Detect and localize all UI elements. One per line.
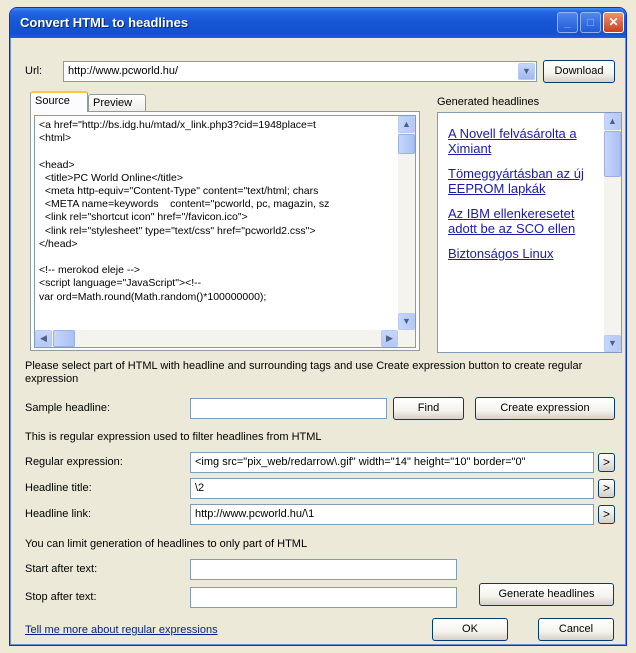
url-label: Url: [25, 65, 43, 77]
source-line [39, 251, 397, 264]
regex-insert-button[interactable]: > [598, 453, 615, 472]
source-line: <!-- merokod eleje --> [39, 264, 140, 277]
scroll-right-icon[interactable]: ▶ [381, 330, 398, 347]
limit-info-text: You can limit generation of headlines to… [25, 538, 308, 550]
convert-html-dialog: Convert HTML to headlines _ □ ✕ Url: htt… [9, 7, 627, 646]
source-line: <head> [39, 158, 75, 171]
maximize-button: □ [580, 12, 601, 33]
url-combobox[interactable]: http://www.pcworld.hu/ ▼ [63, 61, 537, 82]
title-bar[interactable]: Convert HTML to headlines _ □ ✕ [10, 8, 626, 38]
scroll-down-icon[interactable]: ▼ [604, 335, 621, 352]
source-line: <meta http-equiv="Content-Type" content=… [39, 185, 319, 198]
source-horizontal-scrollbar[interactable]: ◀ ▶ [35, 330, 398, 347]
dialog-body: Url: http://www.pcworld.hu/ ▼ Download S… [14, 38, 622, 641]
source-line: </head> [39, 237, 78, 250]
headline-title-label: Headline title: [25, 482, 92, 494]
stop-after-input[interactable] [190, 587, 457, 608]
find-button[interactable]: Find [393, 397, 464, 420]
headline-link-input[interactable]: http://www.pcworld.hu/\1 [190, 504, 594, 525]
generated-headlines-label: Generated headlines [437, 96, 540, 108]
start-after-label: Start after text: [25, 563, 98, 575]
tab-source[interactable]: Source [30, 91, 88, 112]
scroll-thumb[interactable] [604, 131, 621, 177]
scroll-left-icon[interactable]: ◀ [35, 330, 52, 347]
html-source-textarea[interactable]: <a href="http://bs.idg.hu/mtad/x_link.ph… [34, 115, 416, 348]
headline-link[interactable]: Tömeggyártásban az új EEPROM lapkák [448, 166, 598, 196]
headlines-vertical-scrollbar[interactable]: ▲ ▼ [604, 113, 621, 352]
regular-expression-label: Regular expression: [25, 456, 123, 468]
sample-headline-label: Sample headline: [25, 402, 111, 414]
horizontal-scroll-thumb[interactable] [53, 330, 75, 347]
source-vertical-scrollbar[interactable]: ▲ ▼ [398, 116, 415, 347]
headline-link-label: Headline link: [25, 508, 92, 520]
source-line: var ord=Math.round(Math.random()*1000000… [39, 290, 267, 303]
headline-link[interactable]: A Novell felvásárolta a Ximiant [448, 126, 598, 156]
instruction-text: Please select part of HTML with headline… [25, 360, 583, 385]
url-value: http://www.pcworld.hu/ [68, 65, 179, 77]
regular-expression-input[interactable]: <img src="pix_web/redarrow\.gif" width="… [190, 452, 594, 473]
headline-link[interactable]: Az IBM ellenkeresetet adott be az SCO el… [448, 206, 598, 236]
headline-list-items: A Novell felvásárolta a Ximiant Tömeggyá… [448, 126, 598, 271]
tell-me-more-link[interactable]: Tell me more about regular expressions [25, 624, 218, 636]
sample-headline-input[interactable] [190, 398, 387, 419]
source-line: <title>PC World Online</title> [39, 171, 183, 184]
cancel-button[interactable]: Cancel [538, 618, 614, 641]
source-tab-panel: <a href="http://bs.idg.hu/mtad/x_link.ph… [30, 111, 420, 351]
ok-button[interactable]: OK [432, 618, 508, 641]
headline-title-input[interactable]: \2 [190, 478, 594, 499]
stop-after-label: Stop after text: [25, 591, 97, 603]
generated-headlines-list[interactable]: A Novell felvásárolta a Ximiant Tömeggyá… [437, 112, 622, 353]
headline-link[interactable]: Biztonságos Linux [448, 246, 598, 261]
source-line: <link rel="shortcut icon" href="/favicon… [39, 211, 248, 224]
source-line [39, 145, 397, 158]
headline-title-insert-button[interactable]: > [598, 479, 615, 498]
regex-info-text: This is regular expression used to filte… [25, 431, 322, 443]
chevron-down-icon[interactable]: ▼ [518, 63, 535, 80]
headline-link-insert-button[interactable]: > [598, 505, 615, 524]
scroll-up-icon[interactable]: ▲ [604, 113, 621, 130]
start-after-input[interactable] [190, 559, 457, 580]
html-source-text[interactable]: <a href="http://bs.idg.hu/mtad/x_link.ph… [39, 119, 397, 304]
scroll-thumb[interactable] [398, 134, 415, 154]
source-line: <link rel="stylesheet" type="text/css" h… [39, 224, 316, 237]
source-line: <script language="JavaScript"><!-- [39, 277, 202, 290]
source-line: <html> [39, 132, 72, 145]
download-button[interactable]: Download [543, 60, 615, 83]
source-line: <a href="http://bs.idg.hu/mtad/x_link.ph… [39, 119, 316, 131]
generate-headlines-button[interactable]: Generate headlines [479, 583, 614, 606]
minimize-button: _ [557, 12, 578, 33]
create-expression-button[interactable]: Create expression [475, 397, 615, 420]
source-line: <META name=keywords content="pcworld, pc… [39, 198, 330, 211]
scroll-down-icon[interactable]: ▼ [398, 313, 415, 330]
close-button[interactable]: ✕ [603, 12, 624, 33]
scroll-up-icon[interactable]: ▲ [398, 116, 415, 133]
window-title: Convert HTML to headlines [20, 15, 189, 30]
